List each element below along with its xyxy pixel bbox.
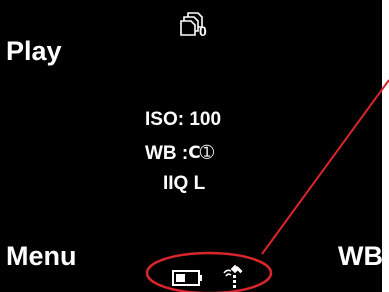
- wb-softkey[interactable]: WB: [338, 243, 382, 270]
- iso-setting: ISO: 100: [145, 110, 221, 130]
- white-balance-setting: WB :C➀: [145, 143, 214, 164]
- camera-lcd-screen: Play 0 ISO: 100 WB :C➀ IIQ L Menu WB: [0, 0, 382, 292]
- camera-display-frame: Play 0 ISO: 100 WB :C➀ IIQ L Menu WB: [0, 0, 389, 292]
- iso-value: 100: [189, 109, 222, 130]
- card-count: 0: [199, 23, 207, 39]
- menu-softkey[interactable]: Menu: [6, 243, 77, 270]
- memory-card-icon: [180, 12, 203, 36]
- wb-label: WB :: [145, 143, 189, 164]
- iso-label: ISO:: [145, 109, 185, 130]
- wb-mode-value: C➀: [188, 143, 214, 163]
- file-format-setting: IIQ L: [163, 173, 206, 194]
- play-softkey[interactable]: Play: [6, 38, 62, 65]
- gps-signal-icon: [223, 264, 243, 288]
- battery-icon: [172, 270, 202, 286]
